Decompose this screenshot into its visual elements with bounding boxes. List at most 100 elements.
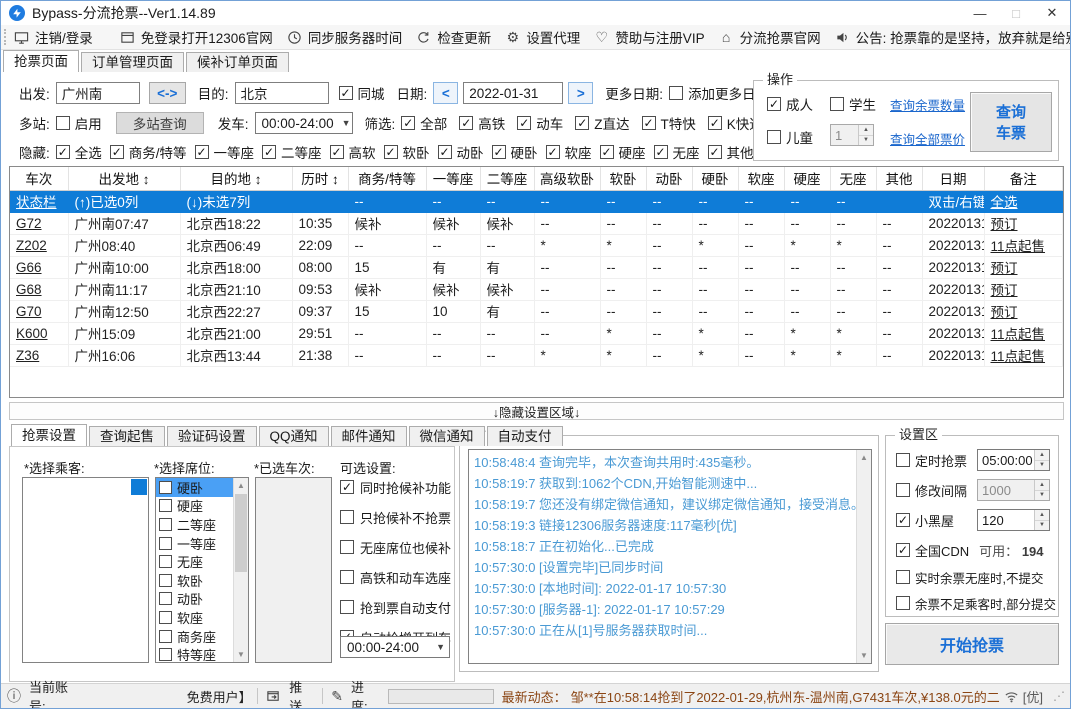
filter-checkbox-box[interactable] [517,116,532,130]
passenger-listbox[interactable] [22,477,149,663]
same-city-checkbox-box[interactable] [338,86,353,100]
hide-checkbox-box[interactable] [383,145,398,159]
hide-settings-bar[interactable]: ↓隐藏设置区域↓ [9,402,1064,420]
child-count-stepper[interactable]: 1 ▲ ▼ [830,124,874,146]
optional-setting-box[interactable] [340,510,354,524]
partial-submit-checkbox[interactable]: 余票不足乘客时,部分提交 [896,592,1056,614]
table-cell[interactable]: 状态栏 [10,190,69,213]
table-cell[interactable]: Z202 [10,234,69,257]
toolbar-item[interactable]: 同步服务器时间 [286,27,402,47]
scroll-up-icon[interactable]: ▲ [234,478,248,493]
filter-checkbox-box[interactable] [641,116,656,130]
seat-option[interactable]: 软座 [156,608,233,627]
hide-checkbox[interactable]: 无座 [653,142,700,162]
hide-checkbox[interactable]: 全选 [55,142,102,162]
scrollbar-thumb[interactable] [235,494,247,572]
hide-checkbox[interactable]: 商务/特等 [109,142,187,162]
interval-stepper[interactable]: 1000 ▲ ▼ [977,479,1050,501]
table-cell[interactable]: 预订 [984,256,1063,279]
partial-submit-box[interactable] [896,596,910,610]
seat-option[interactable]: 二等座 [156,515,233,534]
hide-checkbox[interactable]: 高软 [329,142,376,162]
optional-setting-checkbox[interactable]: 抢到票自动支付 [340,598,451,616]
timed-grab-time-stepper[interactable]: 05:00:00 ▲ ▼ [977,449,1050,471]
seat-option-checkbox[interactable] [159,610,172,624]
toolbar-grip[interactable] [4,29,7,45]
hide-checkbox-box[interactable] [437,145,452,159]
cdn-checkbox-box[interactable] [896,543,910,557]
toolbar-item[interactable]: ♡ 赞助与注册VIP [593,27,705,47]
table-cell[interactable]: G68 [10,278,69,301]
stepper-arrows-icon[interactable]: ▲ ▼ [1034,480,1049,500]
column-header[interactable]: 软座 [738,167,785,191]
multi-station-enable-box[interactable] [55,116,70,130]
optional-setting-checkbox[interactable]: 只抢候补不抢票 [340,508,451,526]
table-cell[interactable]: 预订 [984,278,1063,301]
table-row[interactable]: 状态栏 (↑)已选0列 (↓)未选7列 -- -- -- -- -- -- -- -- -- -- 双击/… [10,190,1063,213]
stepper-arrows-icon[interactable]: ▲ ▼ [858,125,873,145]
table-row[interactable]: Z36 广州16:06 北京西13:44 21:38 -- -- -- * * -- * -- * * --… [10,344,1063,367]
column-header[interactable]: 商务/特等 [348,167,427,191]
column-header[interactable]: 硬座 [784,167,831,191]
tab-main-1[interactable]: 订单管理页面 [81,52,184,72]
adult-checkbox-box[interactable] [767,97,781,111]
multi-station-query-button[interactable]: 多站查询 [115,112,204,134]
resize-grip[interactable]: ⋰ [1053,689,1065,703]
hide-checkbox-box[interactable] [329,145,344,159]
selected-trains-listbox[interactable] [255,477,332,663]
add-more-dates-checkbox-box[interactable] [669,86,684,100]
scroll-down-icon[interactable]: ▼ [234,647,248,662]
date-next-button[interactable]: > [568,82,594,104]
adult-checkbox[interactable]: 成人 [767,94,813,114]
query-remaining-link[interactable]: 查询余票数量 [890,95,965,114]
column-header[interactable]: 一等座 [426,167,481,191]
filter-checkbox-box[interactable] [707,116,722,130]
toolbar-item[interactable]: 公告: 抢票靠的是坚持，放弃就是给别人机会! [834,27,1070,47]
seat-option[interactable]: 软卧 [156,571,233,590]
table-cell[interactable]: 预订 [984,212,1063,235]
table-cell[interactable]: K600 [10,322,69,345]
hide-checkbox-box[interactable] [653,145,668,159]
hide-checkbox[interactable]: 软座 [545,142,592,162]
column-header[interactable]: 动卧 [646,167,693,191]
column-header[interactable]: 车次 [10,167,69,191]
hide-checkbox-box[interactable] [707,145,722,159]
table-row[interactable]: G70 广州南12:50 北京西22:27 09:37 15 10 有 -- -- -- -- -- -… [10,300,1063,323]
hide-checkbox-box[interactable] [545,145,560,159]
column-header[interactable]: 硬卧 [692,167,739,191]
date-input[interactable]: 2022-01-31 [463,82,564,104]
optional-setting-box[interactable] [340,600,354,614]
column-header[interactable]: 日期 [922,167,985,191]
blackroom-stepper[interactable]: 120 ▲ ▼ [977,509,1050,531]
table-row[interactable]: G66 广州南10:00 北京西18:00 08:00 15 有有 -- -- -- -- -- --… [10,256,1063,279]
filter-checkbox[interactable]: Z直达 [575,113,630,133]
hide-checkbox-box[interactable] [599,145,614,159]
filter-checkbox[interactable]: 动车 [517,113,563,133]
start-grab-button[interactable]: 开始抢票 [885,623,1059,665]
table-cell[interactable]: 11点起售 [984,234,1063,257]
toolbar-item[interactable]: ⌂ 分流抢票官网 [718,27,821,47]
seat-option[interactable]: 无座 [156,552,233,571]
hide-checkbox[interactable]: 动卧 [437,142,484,162]
tab-settings-4[interactable]: 邮件通知 [330,426,407,446]
seat-option[interactable]: 商务座 [156,627,233,646]
toolbar-item[interactable]: 免登录打开12306官网 [119,27,273,47]
table-cell[interactable]: G72 [10,212,69,235]
seat-option-checkbox[interactable] [159,480,172,494]
column-header[interactable]: 二等座 [480,167,535,191]
depart-input[interactable]: 广州南 [55,82,140,104]
scroll-up-icon[interactable]: ▲ [857,450,871,465]
grab-time-range-select[interactable]: 00:00-24:00 ▼ [340,636,450,658]
column-header[interactable]: 备注 [984,167,1063,191]
seat-option[interactable]: 硬座 [156,497,233,516]
seat-option[interactable]: 动卧 [156,590,233,609]
optional-setting-box[interactable] [340,540,354,554]
table-cell[interactable]: 11点起售 [984,322,1063,345]
table-row[interactable]: Z202 广州08:40 北京西06:49 22:09 -- -- -- * * -- * -- * * -… [10,234,1063,257]
table-row[interactable]: G68 广州南11:17 北京西21:10 09:53 候补 候补 候补 -- -- -- -- --… [10,278,1063,301]
child-checkbox[interactable]: 儿童 [767,127,813,147]
dest-input[interactable]: 北京 [234,82,329,104]
depart-time-select[interactable]: 00:00-24:00 ▼ [254,112,353,134]
toolbar-item[interactable]: 注销/登录 [13,27,93,47]
toolbar-item[interactable]: ⚙ 设置代理 [504,27,581,47]
